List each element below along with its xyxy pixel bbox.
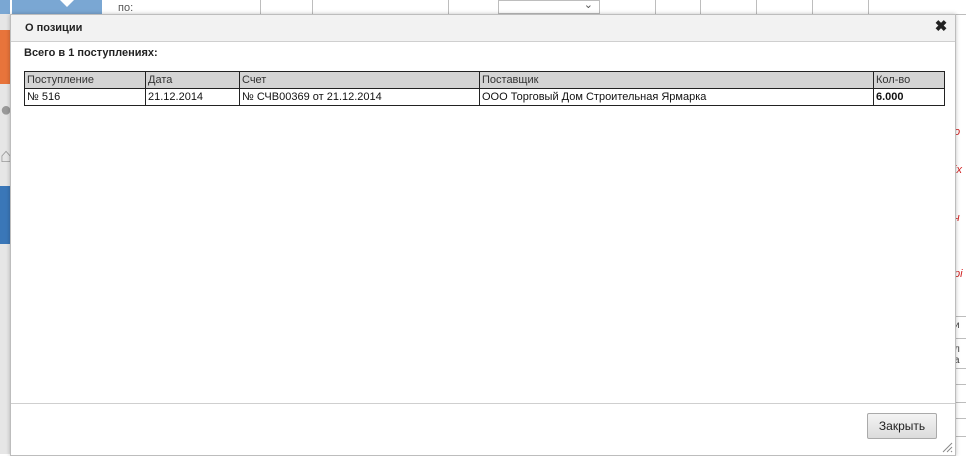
position-info-dialog: О позиции ✖ Всего в 1 поступлениях: Пост… [10, 14, 956, 456]
receipts-table: Поступление Дата Счет Поставщик Кол-во №… [24, 71, 945, 106]
column-header-date[interactable]: Дата [145, 71, 240, 89]
grid-divider [260, 0, 261, 14]
grid-divider [812, 0, 813, 14]
chevron-down-icon [60, 0, 74, 7]
grid-divider [756, 0, 757, 14]
cell-date: 21.12.2014 [145, 88, 240, 106]
close-icon[interactable]: ✖ [933, 19, 949, 35]
chevron-down-icon: ⌄ [583, 0, 593, 11]
background-grid-header: по: ⌄ [100, 0, 966, 15]
table-row[interactable]: № 516 21.12.2014 № СЧВ00369 от 21.12.201… [24, 88, 945, 106]
column-header-receipt[interactable]: Поступление [24, 71, 146, 89]
column-header-supplier[interactable]: Поставщик [479, 71, 874, 89]
grid-header-label: по: [118, 2, 134, 14]
cell-supplier: ООО Торговый Дом Строительная Ярмарка [479, 88, 874, 106]
top-nav-tab[interactable] [12, 0, 102, 14]
app-sidebar: ● ⌂ [0, 0, 12, 454]
column-header-quantity[interactable]: Кол-во [873, 71, 945, 89]
table-header-row: Поступление Дата Счет Поставщик Кол-во [24, 71, 945, 89]
resize-grip-icon[interactable] [941, 441, 953, 453]
grid-divider [312, 0, 313, 14]
cell-invoice: № СЧВ00369 от 21.12.2014 [239, 88, 480, 106]
grid-divider [868, 0, 869, 14]
grid-divider [655, 0, 656, 14]
sidebar-block-blue[interactable] [0, 186, 10, 244]
dialog-title: О позиции [25, 22, 83, 34]
close-button[interactable]: Закрыть [867, 413, 937, 439]
receipts-summary: Всего в 1 поступлениях: [24, 47, 158, 59]
grid-divider [700, 0, 701, 14]
dialog-header[interactable]: О позиции ✖ [11, 15, 955, 42]
sidebar-block-orange[interactable] [0, 30, 10, 84]
filter-select[interactable]: ⌄ [498, 0, 600, 14]
cell-receipt: № 516 [24, 88, 146, 106]
column-header-invoice[interactable]: Счет [239, 71, 480, 89]
dialog-footer-divider [11, 403, 955, 404]
sidebar-block-top [0, 0, 10, 14]
cell-quantity: 6.000 [873, 88, 945, 106]
grid-divider [448, 0, 449, 14]
